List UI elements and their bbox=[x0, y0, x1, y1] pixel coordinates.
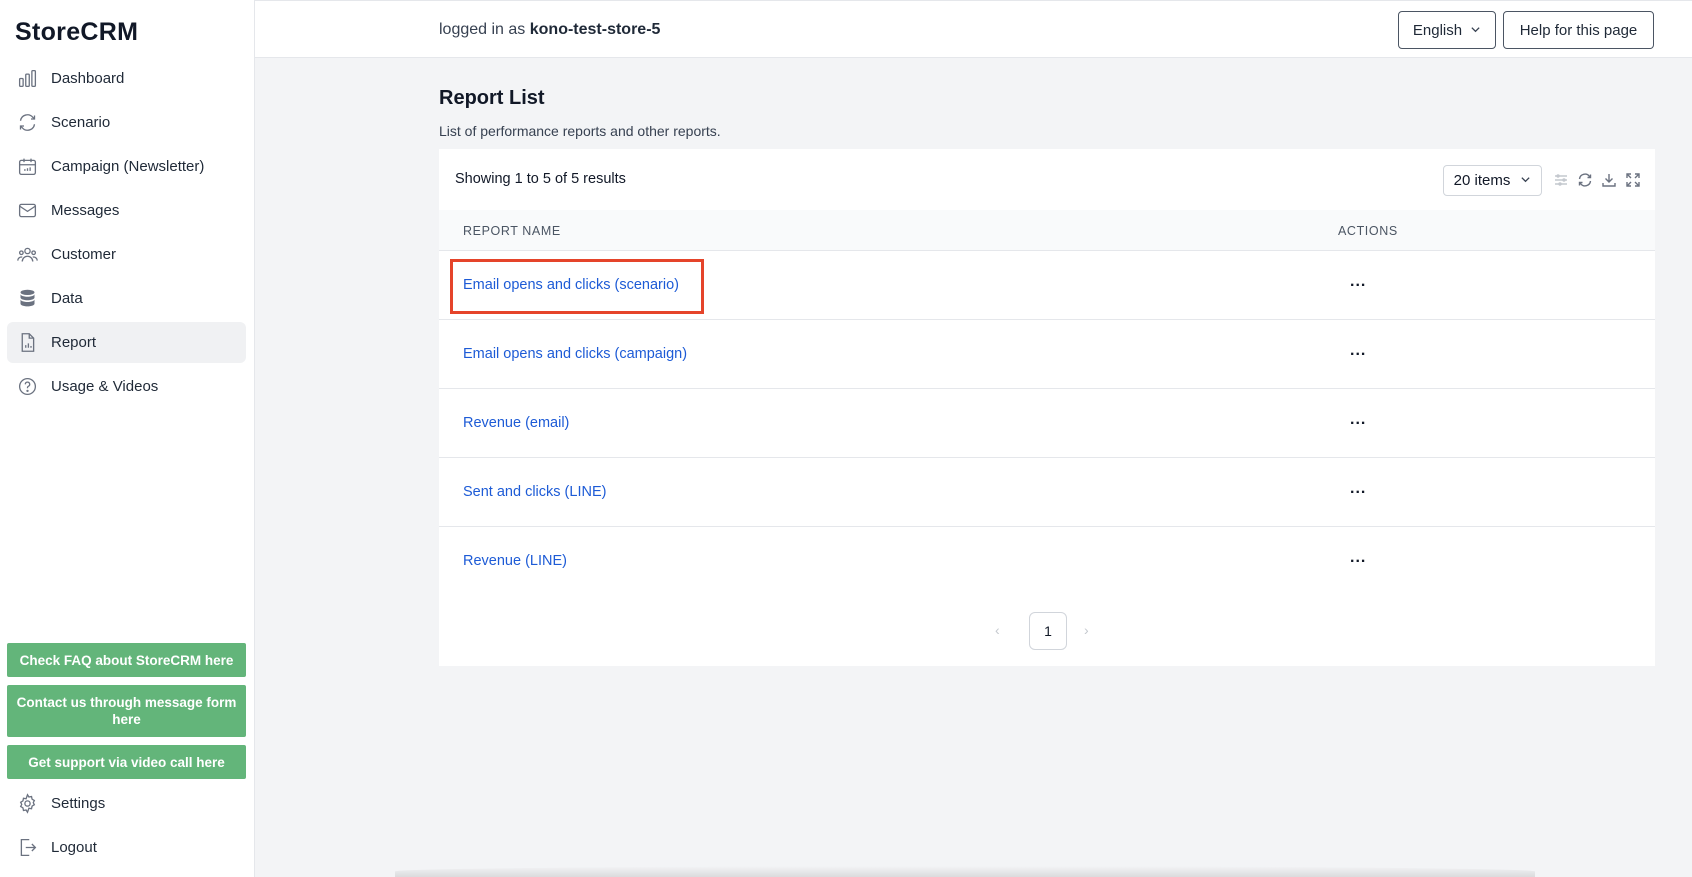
sidebar-item-label: Campaign (Newsletter) bbox=[51, 158, 205, 175]
row-actions-button[interactable]: ... bbox=[1350, 273, 1366, 291]
sidebar: StoreCRM Dashboard Scenario Campaign (Ne… bbox=[0, 0, 255, 877]
page-number-current[interactable]: 1 bbox=[1029, 612, 1067, 650]
download-icon[interactable] bbox=[1600, 171, 1618, 189]
page-size-label: 20 items bbox=[1453, 172, 1511, 189]
chevron-left-icon[interactable]: ‹ bbox=[995, 622, 1000, 638]
page-subtitle: List of performance reports and other re… bbox=[439, 123, 721, 139]
table-row: Revenue (LINE) ... bbox=[439, 527, 1655, 596]
report-link[interactable]: Email opens and clicks (campaign) bbox=[463, 346, 687, 362]
chevron-down-icon bbox=[1520, 172, 1531, 189]
video-support-button[interactable]: Get support via video call here bbox=[7, 745, 246, 779]
app-logo: StoreCRM bbox=[15, 18, 139, 46]
refresh-icon[interactable] bbox=[1576, 171, 1594, 189]
top-bar: logged in as kono-test-store-5 English H… bbox=[255, 0, 1692, 58]
page-title: Report List bbox=[439, 87, 545, 109]
sidebar-item-data[interactable]: Data bbox=[7, 278, 246, 319]
sidebar-nav: Dashboard Scenario Campaign (Newsletter)… bbox=[7, 58, 246, 410]
help-circle-icon bbox=[16, 376, 38, 398]
sidebar-item-customer[interactable]: Customer bbox=[7, 234, 246, 275]
faq-button[interactable]: Check FAQ about StoreCRM here bbox=[7, 643, 246, 677]
results-count: Showing 1 to 5 of 5 results bbox=[455, 171, 626, 187]
column-header-actions: ACTIONS bbox=[1338, 224, 1398, 238]
sidebar-item-dashboard[interactable]: Dashboard bbox=[7, 58, 246, 99]
table-row: Email opens and clicks (scenario) ... bbox=[439, 251, 1655, 320]
page-size-select[interactable]: 20 items bbox=[1443, 165, 1542, 196]
database-icon bbox=[16, 288, 38, 310]
table-header: REPORT NAME ACTIONS bbox=[439, 210, 1655, 251]
report-link[interactable]: Email opens and clicks (scenario) bbox=[463, 277, 679, 293]
fullscreen-icon[interactable] bbox=[1624, 171, 1642, 189]
logout-icon bbox=[16, 837, 38, 859]
table-row: Email opens and clicks (campaign) ... bbox=[439, 320, 1655, 389]
sidebar-item-label: Settings bbox=[51, 795, 106, 812]
users-icon bbox=[16, 244, 38, 266]
sidebar-item-label: Usage & Videos bbox=[51, 378, 159, 395]
row-actions-button[interactable]: ... bbox=[1350, 549, 1366, 567]
bottom-shadow bbox=[395, 866, 1535, 877]
help-page-button[interactable]: Help for this page bbox=[1503, 11, 1654, 49]
login-prefix: logged in as bbox=[439, 21, 526, 38]
sidebar-item-label: Logout bbox=[51, 839, 97, 856]
pagination: ‹ 1 › bbox=[439, 612, 1655, 650]
sidebar-item-settings[interactable]: Settings bbox=[7, 783, 246, 824]
refresh-icon bbox=[16, 112, 38, 134]
report-table-card: Showing 1 to 5 of 5 results 20 items REP… bbox=[439, 149, 1655, 666]
gear-icon bbox=[16, 793, 38, 815]
sidebar-item-messages[interactable]: Messages bbox=[7, 190, 246, 231]
sidebar-item-logout[interactable]: Logout bbox=[7, 827, 246, 868]
table-row: Revenue (email) ... bbox=[439, 389, 1655, 458]
sidebar-item-label: Customer bbox=[51, 246, 117, 263]
report-link[interactable]: Revenue (email) bbox=[463, 415, 569, 431]
sidebar-item-label: Scenario bbox=[51, 114, 111, 131]
sidebar-item-label: Report bbox=[51, 334, 97, 351]
store-name: kono-test-store-5 bbox=[529, 21, 661, 38]
sidebar-item-label: Data bbox=[51, 290, 83, 307]
mail-icon bbox=[16, 200, 38, 222]
bar-chart-icon bbox=[16, 68, 38, 90]
contact-form-button[interactable]: Contact us through message form here bbox=[7, 685, 246, 737]
language-label: English bbox=[1412, 21, 1463, 39]
sidebar-item-label: Messages bbox=[51, 202, 120, 219]
table-row: Sent and clicks (LINE) ... bbox=[439, 458, 1655, 527]
row-actions-button[interactable]: ... bbox=[1350, 480, 1366, 498]
sidebar-item-usage-videos[interactable]: Usage & Videos bbox=[7, 366, 246, 407]
column-header-report-name: REPORT NAME bbox=[463, 224, 561, 238]
sidebar-bottom-nav: Settings Logout bbox=[7, 783, 246, 871]
sidebar-item-report[interactable]: Report bbox=[7, 322, 246, 363]
chevron-right-icon[interactable]: › bbox=[1084, 622, 1089, 638]
calendar-icon bbox=[16, 156, 38, 178]
login-status: logged in as kono-test-store-5 bbox=[439, 21, 660, 39]
column-settings-icon[interactable] bbox=[1552, 171, 1570, 189]
sidebar-item-scenario[interactable]: Scenario bbox=[7, 102, 246, 143]
report-link[interactable]: Revenue (LINE) bbox=[463, 553, 567, 569]
sidebar-item-campaign[interactable]: Campaign (Newsletter) bbox=[7, 146, 246, 187]
row-actions-button[interactable]: ... bbox=[1350, 342, 1366, 360]
report-icon bbox=[16, 332, 38, 354]
report-link[interactable]: Sent and clicks (LINE) bbox=[463, 484, 606, 500]
language-select[interactable]: English bbox=[1398, 11, 1496, 49]
sidebar-item-label: Dashboard bbox=[51, 70, 125, 87]
row-actions-button[interactable]: ... bbox=[1350, 411, 1366, 429]
chevron-down-icon bbox=[1470, 22, 1481, 39]
